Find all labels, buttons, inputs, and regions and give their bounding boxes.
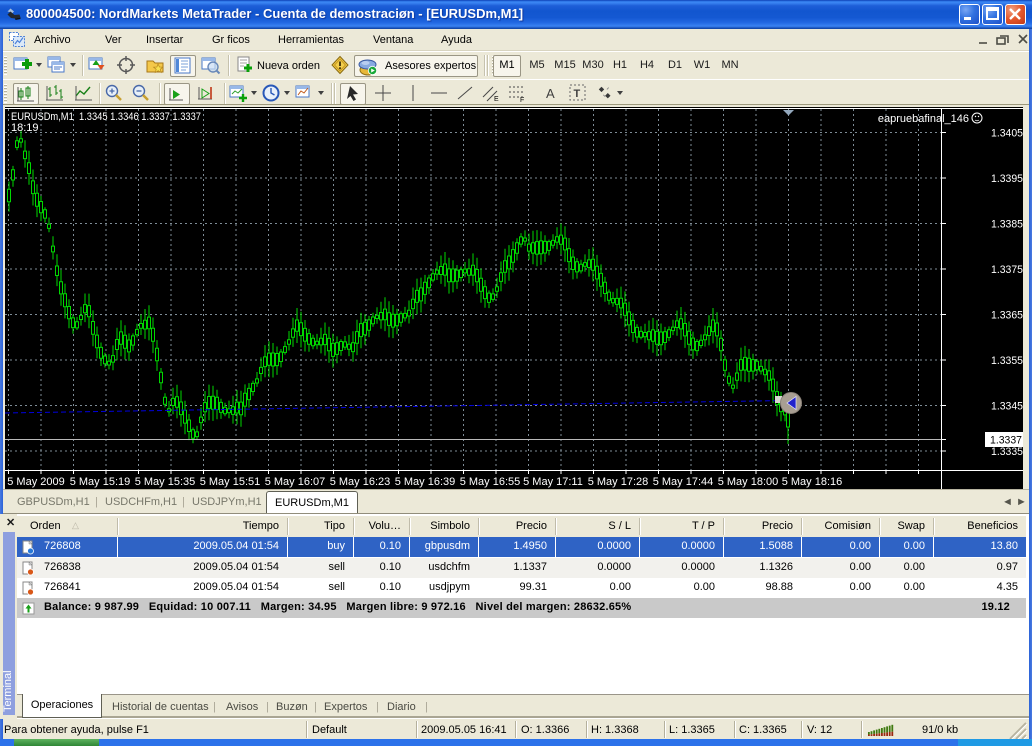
svg-text:5 May 15:19: 5 May 15:19: [70, 476, 131, 488]
svg-text:5 May 17:28: 5 May 17:28: [588, 476, 649, 488]
svg-text:1.3375: 1.3375: [991, 264, 1023, 276]
svg-text:eapruebafinal_146: eapruebafinal_146: [878, 113, 969, 125]
svg-text:5 May 16:07: 5 May 16:07: [265, 476, 326, 488]
svg-text:5 May 2009: 5 May 2009: [7, 476, 64, 488]
svg-text:18:19: 18:19: [11, 122, 39, 134]
svg-text:5 May 16:39: 5 May 16:39: [395, 476, 456, 488]
svg-text:1.3337: 1.3337: [990, 435, 1022, 447]
svg-text:5 May 15:51: 5 May 15:51: [200, 476, 261, 488]
svg-text:1.3405: 1.3405: [991, 128, 1023, 140]
svg-text:1.3395: 1.3395: [991, 173, 1023, 185]
svg-text:F: F: [520, 97, 524, 103]
svg-text:5 May 17:44: 5 May 17:44: [653, 476, 714, 488]
svg-text:T: T: [574, 88, 581, 100]
svg-text:1.3345: 1.3345: [991, 401, 1023, 413]
svg-text:1.3385: 1.3385: [991, 219, 1023, 231]
svg-text:E: E: [494, 96, 499, 103]
svg-text:5 May 18:00: 5 May 18:00: [718, 476, 779, 488]
svg-text:1.3355: 1.3355: [991, 355, 1023, 367]
svg-text:A: A: [546, 86, 555, 101]
svg-text:5 May 15:35: 5 May 15:35: [135, 476, 196, 488]
svg-text:5 May 16:55: 5 May 16:55: [460, 476, 521, 488]
svg-text:5 May 18:16: 5 May 18:16: [782, 476, 843, 488]
svg-text:1.3365: 1.3365: [991, 310, 1023, 322]
svg-text:5 May 16:23: 5 May 16:23: [330, 476, 391, 488]
svg-text:5 May 17:11: 5 May 17:11: [523, 476, 583, 488]
svg-text:1.3335: 1.3335: [991, 446, 1023, 458]
svg-text:EURUSDm,M1 1.3345 1.3346 1.33: EURUSDm,M1 1.3345 1.3346 1.3337 1.3337: [11, 111, 201, 123]
